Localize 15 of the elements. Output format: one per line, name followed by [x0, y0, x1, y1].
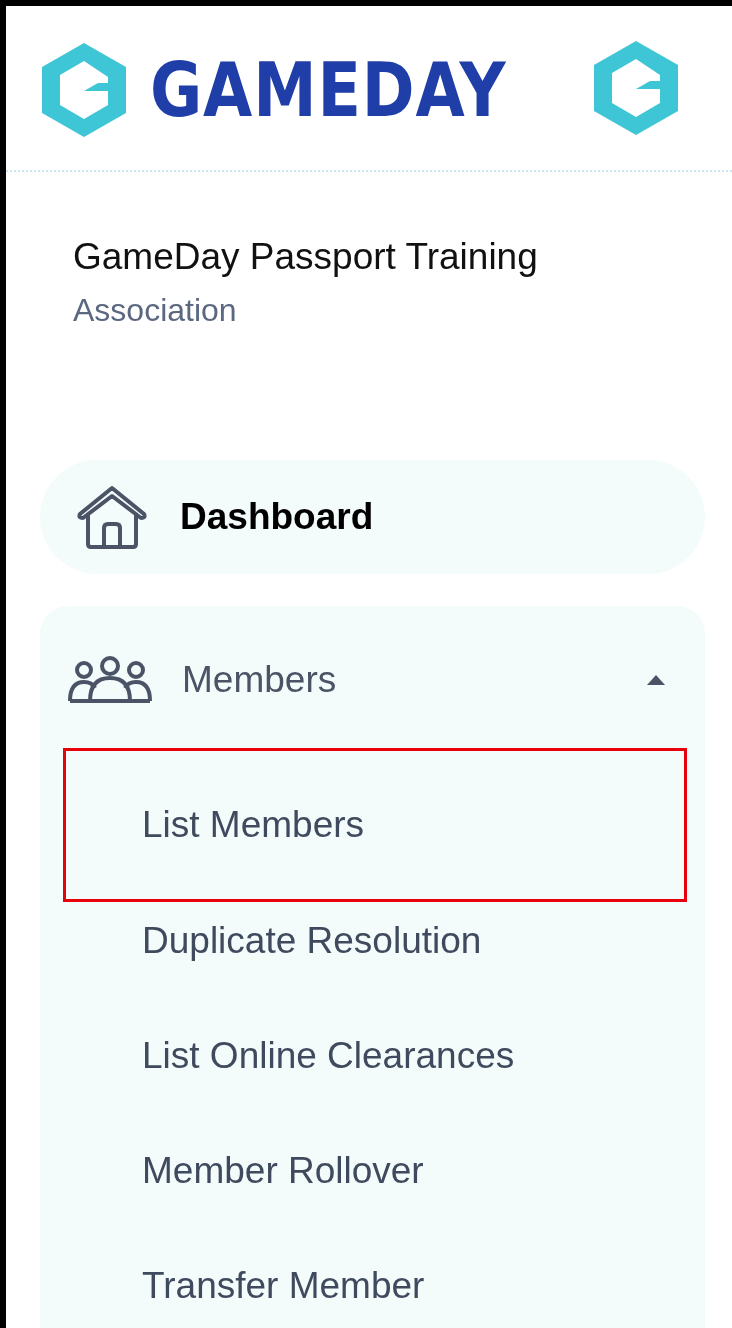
- organisation-name: GameDay Passport Training: [73, 236, 538, 278]
- submenu-item[interactable]: List Members: [142, 804, 365, 846]
- caret-icon[interactable]: [647, 675, 665, 685]
- nav-item[interactable]: Dashboard: [40, 460, 705, 574]
- logo-wordmark: GAMEDAY: [150, 47, 507, 133]
- home-icon: [74, 484, 150, 550]
- people-icon: [68, 656, 152, 704]
- submenu-item[interactable]: Member Rollover: [142, 1149, 424, 1192]
- submenu-item[interactable]: List Online Clearances: [142, 1034, 515, 1077]
- logo-icon: [40, 41, 128, 139]
- organisation-type: Association: [73, 292, 237, 329]
- submenu-item[interactable]: Duplicate Resolution: [142, 919, 482, 962]
- nav-group-label[interactable]: Members: [182, 659, 617, 701]
- logo-icon: [592, 39, 681, 137]
- submenu-item[interactable]: Transfer Member: [142, 1264, 425, 1307]
